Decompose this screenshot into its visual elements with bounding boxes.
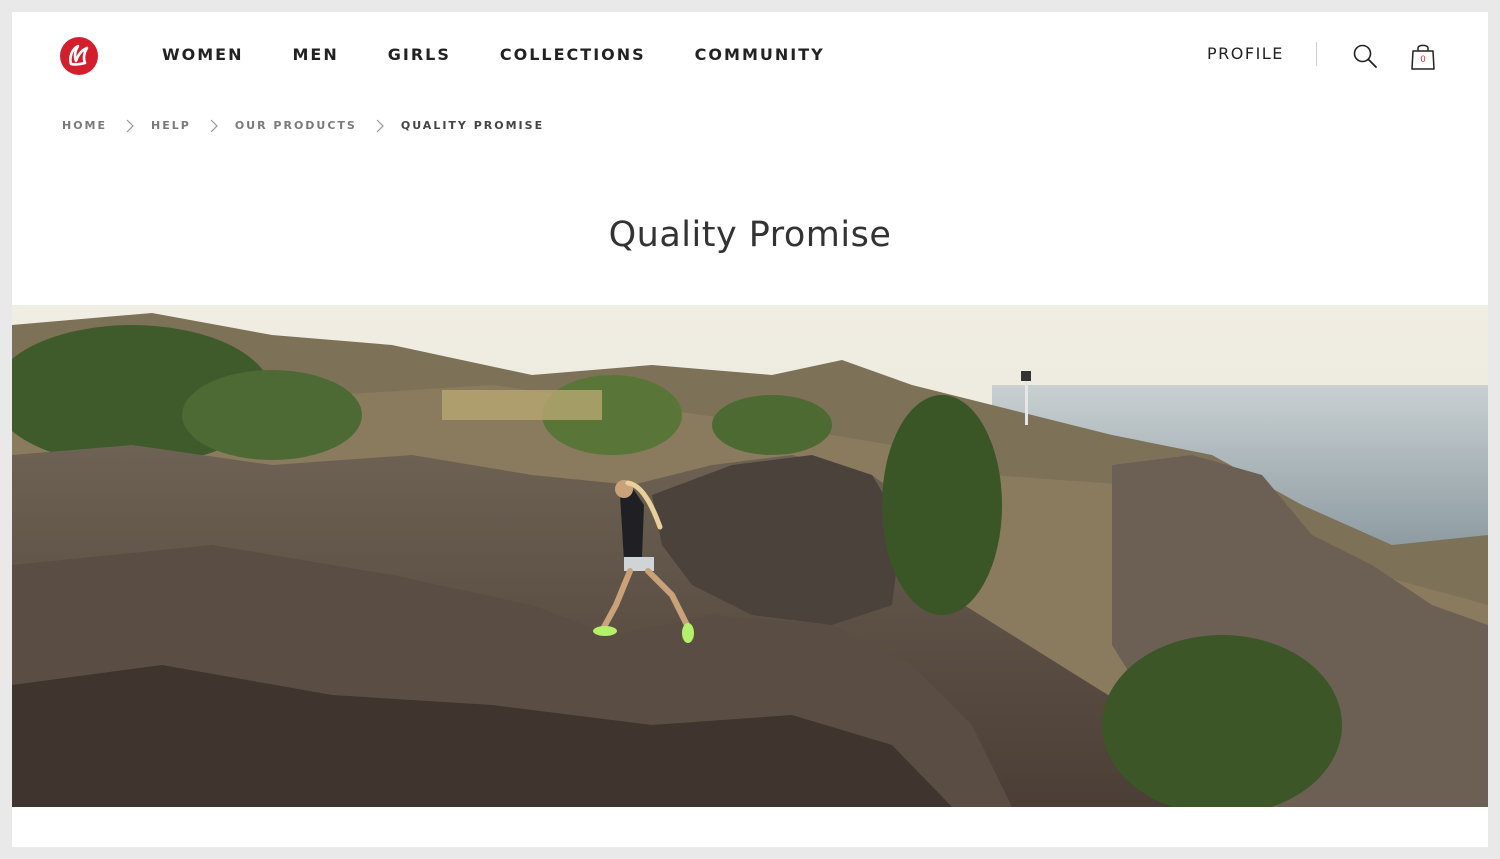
breadcrumb-our-products[interactable]: OUR PRODUCTS [235,119,357,133]
chevron-right-icon [126,119,134,133]
breadcrumb-help[interactable]: HELP [151,119,191,133]
nav-item-girls[interactable]: GIRLS [388,45,451,65]
header-divider [1316,42,1317,66]
nav-item-men[interactable]: MEN [293,45,339,65]
breadcrumb-home[interactable]: HOME [62,119,107,133]
nav-item-women[interactable]: WOMEN [162,45,244,65]
site-header: WOMEN MEN GIRLS COLLECTIONS COMMUNITY PR… [12,12,1488,100]
chevron-right-icon [376,119,384,133]
main-nav: WOMEN MEN GIRLS COLLECTIONS COMMUNITY [162,45,874,65]
breadcrumb: HOME HELP OUR PRODUCTS QUALITY PROMISE [62,118,544,134]
lululemon-logo-icon[interactable] [60,37,98,75]
nav-item-community[interactable]: COMMUNITY [695,45,825,65]
breadcrumb-quality-promise: QUALITY PROMISE [400,119,545,132]
page-title: Quality Promise [608,215,892,255]
search-icon[interactable] [1352,43,1378,69]
bag-count-badge: 0 [1420,54,1426,64]
chevron-right-icon [210,119,218,133]
hero-image [12,305,1488,807]
nav-item-collections[interactable]: COLLECTIONS [500,45,646,65]
profile-link[interactable]: PROFILE [1207,44,1284,64]
page-frame: WOMEN MEN GIRLS COLLECTIONS COMMUNITY PR… [12,12,1488,847]
